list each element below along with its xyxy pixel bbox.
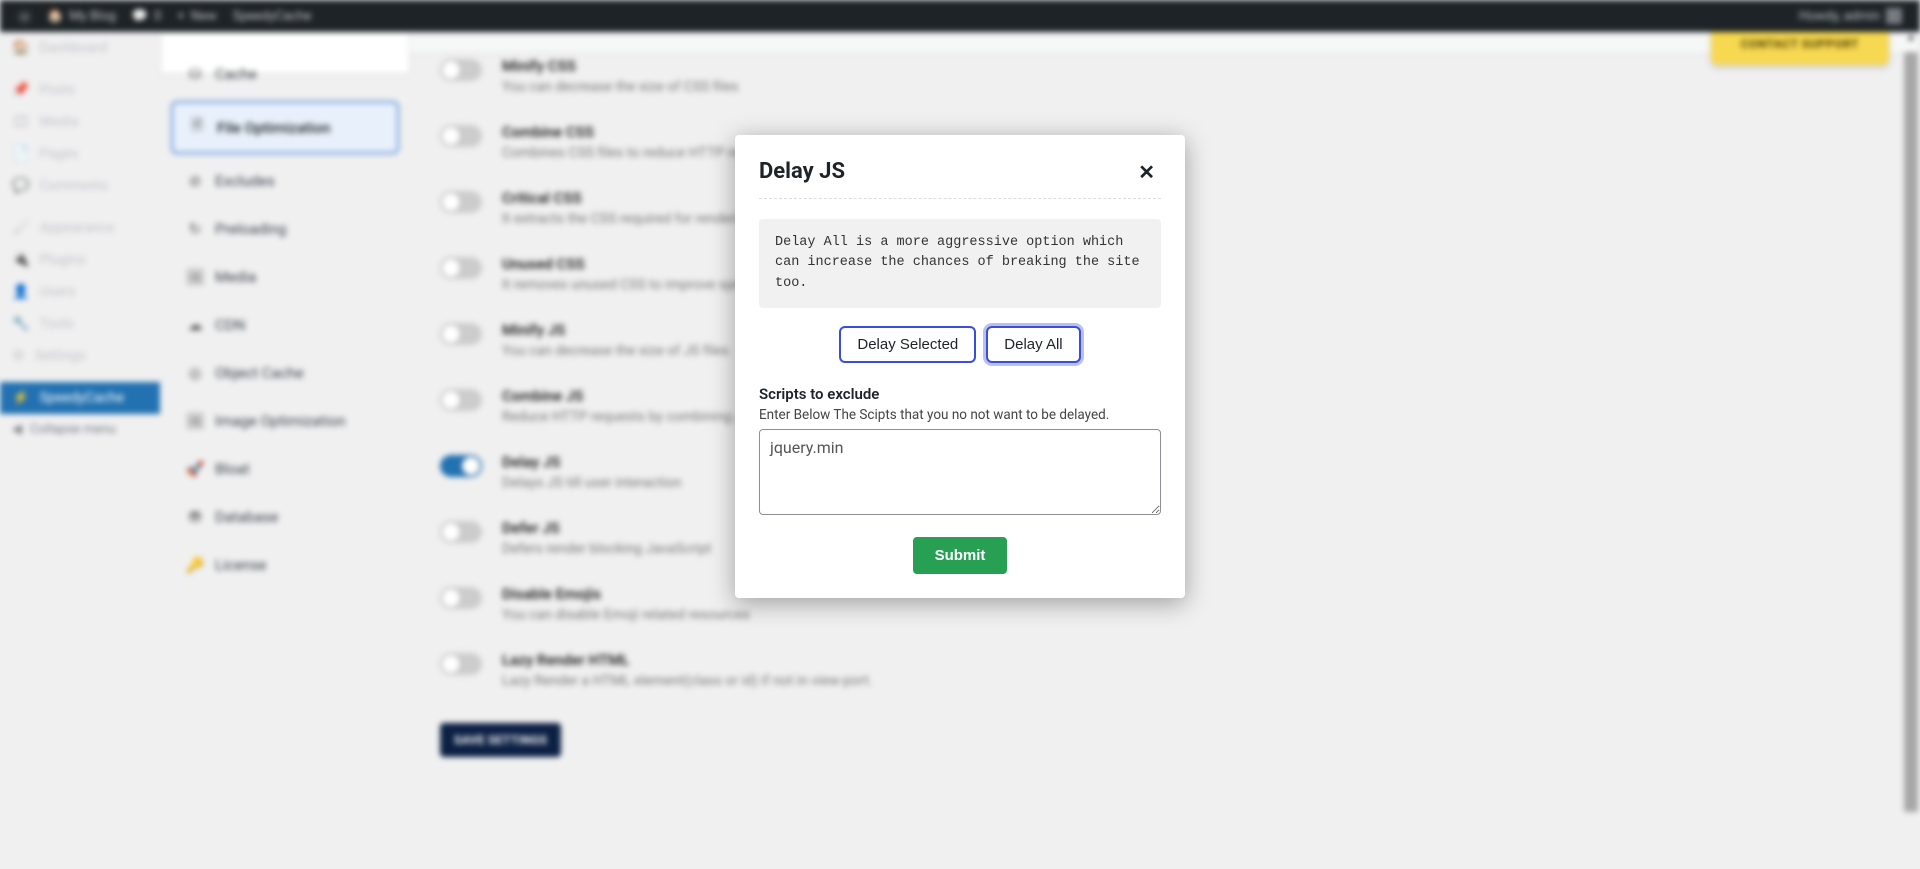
submit-button[interactable]: Submit xyxy=(913,537,1008,574)
delay-selected-button[interactable]: Delay Selected xyxy=(839,326,976,363)
delay-js-modal: Delay JS ✕ Delay All is a more aggressiv… xyxy=(735,135,1185,598)
exclude-label: Scripts to exclude xyxy=(759,385,1161,403)
delay-all-button[interactable]: Delay All xyxy=(986,326,1080,363)
modal-note: Delay All is a more aggressive option wh… xyxy=(759,219,1161,308)
exclude-hint: Enter Below The Scipts that you no not w… xyxy=(759,407,1161,423)
modal-title: Delay JS xyxy=(759,159,845,184)
close-icon[interactable]: ✕ xyxy=(1132,160,1161,184)
exclude-textarea[interactable] xyxy=(759,429,1161,515)
modal-overlay: Delay JS ✕ Delay All is a more aggressiv… xyxy=(0,0,1920,869)
